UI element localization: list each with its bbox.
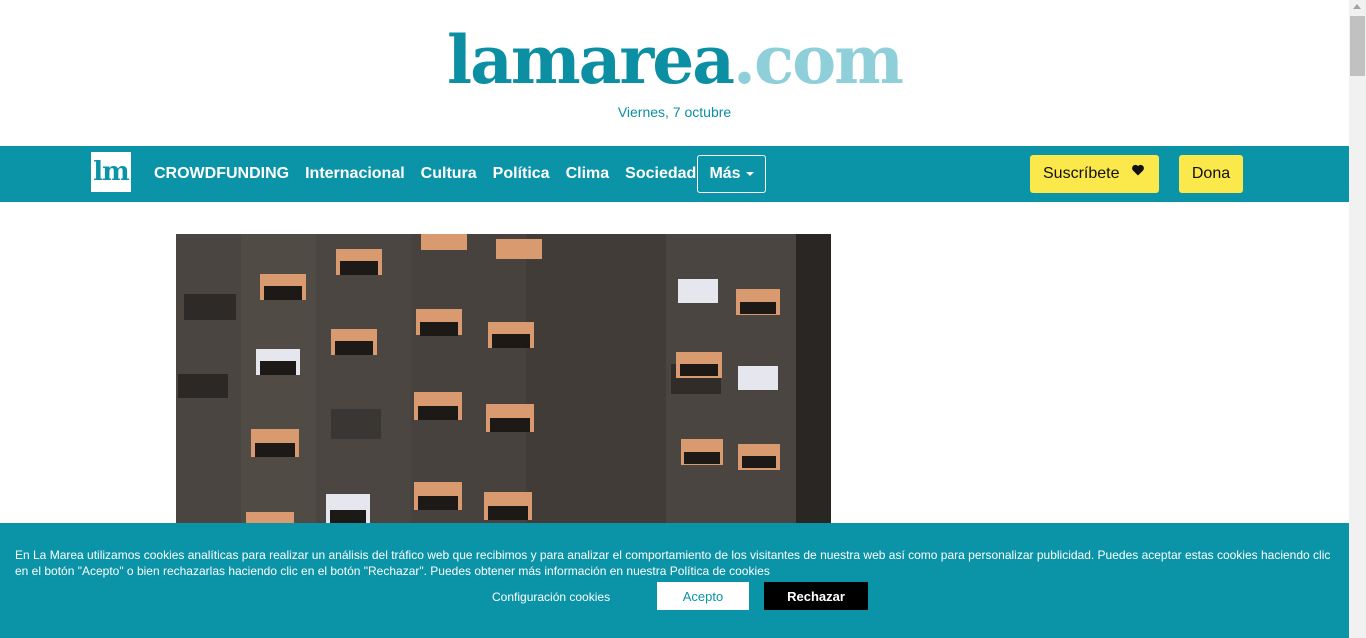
nav-item-politica[interactable]: Política (493, 165, 550, 183)
heart-icon (1132, 164, 1144, 176)
nav-items: CROWDFUNDING Internacional Cultura Polít… (154, 146, 712, 202)
page-scrollbar[interactable] (1349, 0, 1366, 638)
logo-main: lamarea (447, 21, 735, 99)
scrollbar-thumb[interactable] (1350, 16, 1365, 76)
logo-tld: .com (732, 21, 904, 99)
more-dropdown-button[interactable]: Más (697, 155, 766, 193)
scroll-up-icon[interactable] (1353, 4, 1361, 9)
nav-logo[interactable]: lm (91, 152, 131, 192)
cookie-config-button[interactable]: Configuración cookies (492, 587, 610, 607)
cookie-text: En La Marea utilizamos cookies analítica… (15, 548, 1331, 578)
nav-item-cultura[interactable]: Cultura (421, 165, 477, 183)
nav-item-internacional[interactable]: Internacional (305, 165, 405, 183)
nav-item-crowdfunding[interactable]: CROWDFUNDING (154, 165, 289, 183)
subscribe-label: Suscríbete (1043, 165, 1120, 182)
building-photo-icon (176, 234, 831, 534)
article-hero-image[interactable] (176, 234, 831, 534)
donate-button[interactable]: Dona (1179, 155, 1243, 193)
page: lamarea.com Viernes, 7 octubre lm CROWDF… (0, 0, 1366, 638)
more-label: Más (709, 165, 741, 182)
cookie-consent-bar: En La Marea utilizamos cookies analítica… (0, 523, 1349, 638)
nav-item-clima[interactable]: Clima (566, 165, 610, 183)
current-date: Viernes, 7 octubre (617, 104, 732, 120)
main-nav: lm CROWDFUNDING Internacional Cultura Po… (0, 146, 1349, 202)
subscribe-button[interactable]: Suscríbete (1030, 155, 1159, 193)
site-header: lamarea.com Viernes, 7 octubre (0, 0, 1349, 146)
cookie-reject-button[interactable]: Rechazar (764, 582, 868, 610)
nav-item-sociedad[interactable]: Sociedad (625, 165, 696, 183)
site-logo[interactable]: lamarea.com (0, 20, 1349, 100)
cookie-accept-button[interactable]: Acepto (657, 582, 749, 610)
caret-down-icon (745, 172, 754, 176)
